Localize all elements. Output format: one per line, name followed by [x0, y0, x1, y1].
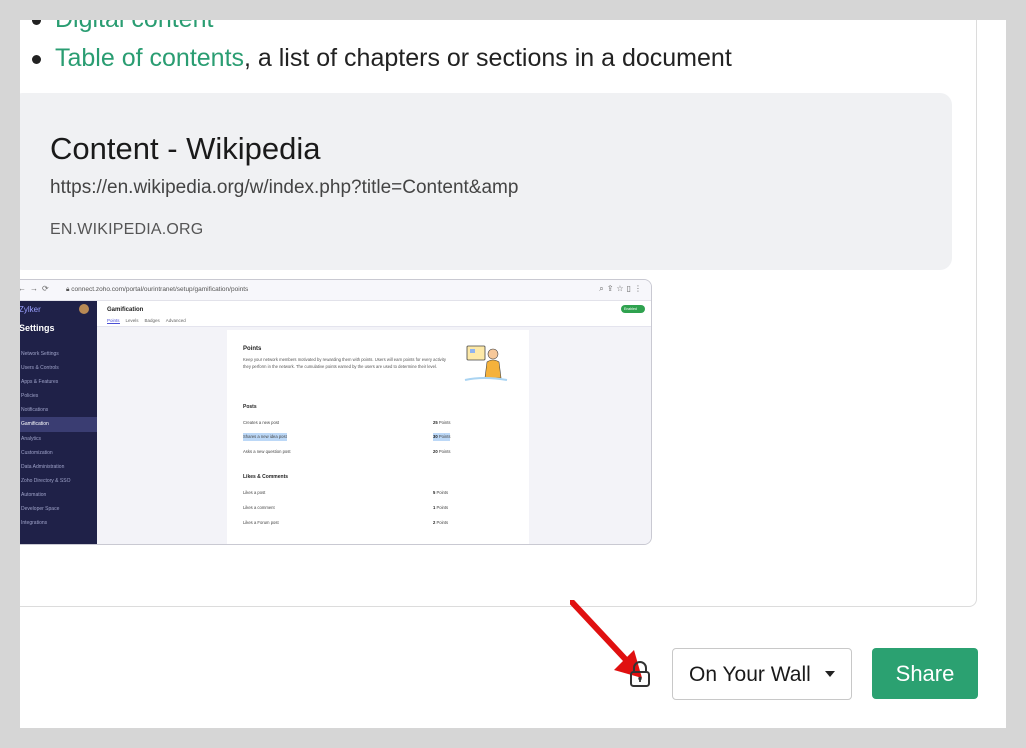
mini-sidebar-item: Automation [21, 491, 47, 498]
audience-dropdown[interactable]: On Your Wall [672, 648, 852, 700]
mini-sidebar-item: Integrations [21, 520, 48, 527]
points-title: Points [243, 346, 262, 352]
caret-down-icon [825, 671, 835, 677]
browser-toolbar: ←→⟳ 🔒︎ connect.zoho.com/portal/ourintran… [20, 280, 651, 301]
mini-tab: Points [107, 318, 120, 324]
mini-sidebar-item: Users & Controls [21, 365, 59, 372]
bullet-list: Digital content Table of contents, a lis… [31, 20, 732, 81]
privacy-lock-button[interactable] [628, 660, 652, 688]
link-preview-domain: EN.WIKIPEDIA.ORG [50, 221, 204, 238]
enabled-toggle: Enabled [621, 305, 645, 313]
mini-sidebar-item: Analytics [21, 435, 42, 442]
points-row-value: 20 Points [433, 449, 451, 454]
points-row-label: Shares a new idea post [243, 433, 287, 441]
address-bar: 🔒︎ connect.zoho.com/portal/ourintranet/s… [66, 286, 249, 293]
points-card: Points Keep your network members motivat… [227, 330, 529, 544]
points-row: Shares a new idea post 30 Points [243, 433, 458, 441]
mini-sidebar-item: Notifications [21, 407, 49, 414]
points-row-value: 2 Points [433, 520, 449, 525]
points-row-value: 25 Points [433, 420, 451, 425]
audience-dropdown-value: On Your Wall [689, 663, 811, 686]
post-composer-panel: Digital content Table of contents, a lis… [20, 20, 1006, 728]
points-row-value: 1 Points [433, 505, 449, 510]
mini-sidebar-item: Data Administration [21, 463, 65, 470]
link-preview-title: Content - Wikipedia [50, 131, 321, 166]
mini-sidebar-item: Policies [21, 393, 39, 400]
points-illustration-icon [464, 345, 508, 381]
points-row-label: Likes a comment [243, 505, 275, 510]
points-row: Likes a post 5 Points [243, 489, 458, 497]
mini-sidebar-item: Apps & Features [21, 379, 59, 386]
list-item: Digital content [31, 20, 732, 42]
points-row-label: Likes a post [243, 490, 266, 495]
mini-main-area: Gamification Points Levels Badges Advanced … [97, 301, 651, 544]
mini-tab: Levels [125, 318, 139, 323]
posts-section-title: Posts [243, 404, 257, 410]
mini-page-title: Gamification [107, 307, 144, 313]
mini-tabs: Points Levels Badges Advanced [107, 318, 192, 324]
browser-action-icons: ⌕⇪☆▯⋮ [599, 284, 645, 293]
likes-section-title: Likes & Comments [243, 474, 289, 480]
post-content-card: Digital content Table of contents, a lis… [20, 20, 977, 607]
settings-title: Settings [20, 323, 55, 333]
attached-screenshot-image[interactable]: ←→⟳ 🔒︎ connect.zoho.com/portal/ourintran… [20, 279, 652, 545]
mini-sidebar: Zylker Settings Network Settings Users & … [20, 301, 97, 544]
mini-sidebar-item: Zoho Directory & SSO [21, 477, 71, 484]
list-item-text: , a list of chapters or sections in a do… [244, 44, 732, 72]
points-row: Creates a new post 25 Points [243, 419, 458, 427]
mini-tab: Badges [144, 318, 160, 323]
browser-nav-icons: ←→⟳ [20, 284, 53, 293]
mini-tab: Advanced [165, 318, 186, 323]
avatar [79, 304, 89, 314]
points-description: Keep your network members motivated by r… [243, 357, 446, 369]
points-row-label: Asks a new question post [243, 449, 291, 454]
points-row-label: Likes a Forum post [243, 520, 279, 525]
points-row: Likes a comment 1 Points [243, 504, 458, 512]
digital-content-link[interactable]: Digital content [55, 20, 213, 33]
points-row-label: Creates a new post [243, 420, 280, 425]
mini-sidebar-item: Network Settings [21, 351, 59, 357]
points-row: Likes a Forum post 2 Points [243, 519, 458, 527]
lock-icon [630, 661, 650, 687]
points-row-value: 30 Points [433, 433, 451, 441]
points-row: Asks a new question post 20 Points [243, 448, 458, 456]
brand-logo: Zylker [20, 305, 41, 314]
share-button[interactable]: Share [872, 648, 978, 699]
points-row-value: 5 Points [433, 490, 449, 495]
mini-sidebar-item: Customization [21, 449, 53, 456]
mini-sidebar-list: Network Settings Users & Controls Apps & F… [20, 347, 97, 530]
list-item: Table of contents, a list of chapters or… [31, 42, 732, 81]
table-of-contents-link[interactable]: Table of contents [55, 44, 244, 72]
link-preview-url: https://en.wikipedia.org/w/index.php?tit… [50, 177, 519, 198]
mini-sidebar-item: Gamification [20, 417, 97, 432]
mini-header: Gamification Points Levels Badges Advanced … [97, 301, 651, 327]
mini-sidebar-item: Developer Space [21, 506, 60, 513]
link-preview-card[interactable]: Content - Wikipedia https://en.wikipedia… [20, 93, 952, 270]
